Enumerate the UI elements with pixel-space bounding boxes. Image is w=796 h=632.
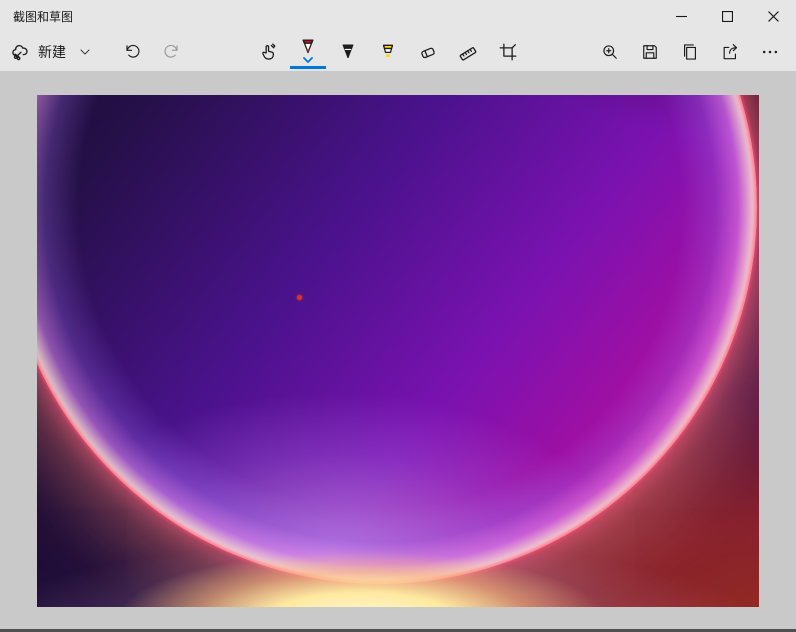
save-icon	[640, 42, 660, 62]
crop-button[interactable]	[488, 32, 528, 71]
maximize-icon	[722, 11, 733, 22]
tool-group-right	[590, 32, 790, 71]
save-button[interactable]	[630, 32, 670, 71]
close-button[interactable]	[750, 0, 796, 32]
minimize-button[interactable]	[658, 0, 704, 32]
undo-button[interactable]	[112, 32, 152, 71]
touch-writing-button[interactable]	[248, 32, 288, 71]
zoom-button[interactable]	[590, 32, 630, 71]
undo-icon	[122, 42, 142, 62]
pencil-button[interactable]	[328, 32, 368, 71]
chevron-down-icon	[78, 45, 92, 59]
pen-options-chevron-icon	[303, 57, 313, 64]
new-options-button[interactable]	[70, 32, 100, 71]
tool-group-center	[248, 32, 528, 71]
canvas-area	[0, 71, 796, 629]
snip-sketch-window: 截图和草图 新建	[0, 0, 796, 632]
selected-tool-underline	[290, 66, 326, 69]
window-title: 截图和草图	[0, 8, 658, 25]
new-snip-icon	[10, 41, 32, 63]
zoom-icon	[600, 42, 620, 62]
ballpoint-pen-icon	[297, 36, 319, 58]
highlighter-button[interactable]	[368, 32, 408, 71]
close-icon	[768, 11, 779, 22]
more-button[interactable]	[750, 32, 790, 71]
tool-group-left: 新建	[6, 32, 192, 71]
more-ellipsis-icon	[760, 42, 780, 62]
crop-icon	[497, 41, 519, 63]
snip-image[interactable]	[37, 95, 759, 607]
maximize-button[interactable]	[704, 0, 750, 32]
title-bar: 截图和草图	[0, 0, 796, 32]
minimize-icon	[676, 11, 687, 22]
bottom-rim-glow	[37, 95, 759, 607]
new-snip-button[interactable]	[6, 32, 36, 71]
pencil-icon	[337, 41, 359, 63]
toolbar: 新建	[0, 32, 796, 71]
red-pen-annotation-dot	[297, 295, 302, 300]
new-snip-label-button[interactable]: 新建	[36, 32, 70, 71]
ruler-button[interactable]	[448, 32, 488, 71]
copy-icon	[680, 42, 700, 62]
eraser-button[interactable]	[408, 32, 448, 71]
copy-button[interactable]	[670, 32, 710, 71]
ballpoint-pen-button[interactable]	[288, 32, 328, 71]
redo-button[interactable]	[152, 32, 192, 71]
highlighter-icon	[377, 41, 399, 63]
share-button[interactable]	[710, 32, 750, 71]
redo-icon	[162, 42, 182, 62]
share-icon	[720, 42, 740, 62]
touch-writing-icon	[257, 41, 279, 63]
ruler-icon	[457, 41, 479, 63]
eraser-icon	[417, 41, 439, 63]
